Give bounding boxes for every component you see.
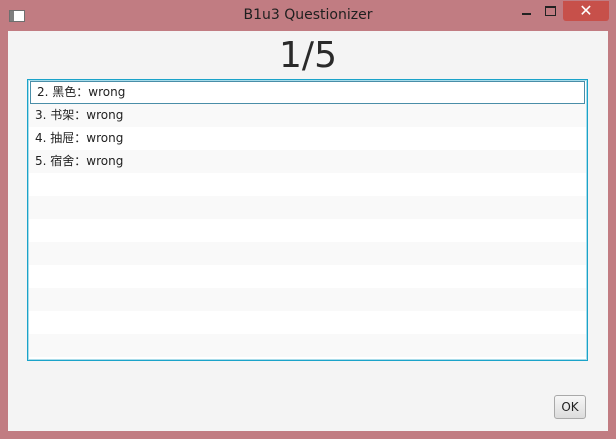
ok-button[interactable]: OK [554,395,586,419]
list-item[interactable] [29,311,586,334]
list-item[interactable] [29,196,586,219]
list-item[interactable]: 4. 抽屉：wrong [29,127,586,150]
progress-counter: 1/5 [279,35,337,76]
maximize-icon [544,6,556,16]
close-button[interactable]: ✕ [563,1,609,21]
list-item[interactable] [29,265,586,288]
close-icon: ✕ [579,1,593,20]
list-item[interactable] [29,334,586,357]
minimize-icon [521,13,531,15]
list-item[interactable] [29,288,586,311]
dialog-content: 1/5 2. 黑色：wrong 3. 书架：wrong 4. 抽屉：wrong 5. … [8,31,608,431]
list-item[interactable] [29,219,586,242]
maximize-button[interactable] [536,1,564,21]
window-frame: B1u3 Questionizer ✕ 1/5 2. 黑色：wrong 3. 书架… [0,0,616,439]
list-item[interactable]: 5. 宿舍：wrong [29,150,586,173]
list-item[interactable]: 2. 黑色：wrong [30,81,585,104]
wrong-answers-list[interactable]: 2. 黑色：wrong 3. 书架：wrong 4. 抽屉：wrong 5. 宿舍：w… [27,79,588,361]
list-item[interactable] [29,242,586,265]
title-bar[interactable]: B1u3 Questionizer ✕ [0,0,616,32]
list-item[interactable]: 3. 书架：wrong [29,104,586,127]
list-item[interactable] [29,173,586,196]
